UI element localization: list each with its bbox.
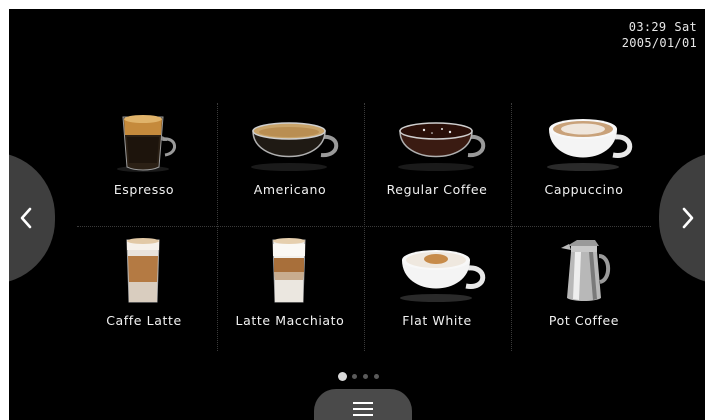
page-dot[interactable] — [374, 374, 379, 379]
espresso-glass-icon — [71, 105, 217, 173]
page-dot[interactable] — [352, 374, 357, 379]
menu-button[interactable] — [314, 389, 412, 420]
regular-coffee-cup-icon — [364, 105, 510, 173]
latte-macchiato-glass-icon — [217, 236, 363, 304]
coffee-pot-icon — [511, 236, 657, 304]
drink-tile-americano[interactable]: Americano — [217, 95, 363, 226]
drink-label: Pot Coffee — [548, 313, 620, 328]
clock-time: 03:29 — [628, 20, 667, 34]
hamburger-menu-icon — [353, 402, 373, 416]
drink-label: Americano — [253, 182, 327, 197]
drink-tile-caffe-latte[interactable]: Caffe Latte — [71, 226, 217, 357]
drink-grid: Espresso Americano Regular Coffee Cappuc… — [71, 95, 657, 357]
clock-date: 2005/01/01 — [621, 36, 697, 50]
drink-tile-flat-white[interactable]: Flat White — [364, 226, 510, 357]
drink-tile-cappuccino[interactable]: Cappuccino — [511, 95, 657, 226]
page-indicator — [338, 366, 385, 381]
page-dot[interactable] — [363, 374, 368, 379]
drink-label: Flat White — [402, 313, 472, 328]
caffe-latte-glass-icon — [71, 236, 217, 304]
coffee-machine-screen: 03:29 Sat 2005/01/01 Espresso Americano … — [9, 9, 705, 420]
chevron-left-icon — [20, 207, 32, 229]
drink-tile-latte-macchiato[interactable]: Latte Macchiato — [217, 226, 363, 357]
next-page-button[interactable] — [659, 152, 705, 284]
drink-label: Latte Macchiato — [235, 313, 345, 328]
drink-label: Caffe Latte — [106, 313, 182, 328]
flat-white-cup-icon — [364, 236, 510, 304]
drink-tile-pot-coffee[interactable]: Pot Coffee — [511, 226, 657, 357]
cappuccino-cup-icon — [511, 105, 657, 173]
americano-cup-icon — [217, 105, 363, 173]
status-clock: 03:29 Sat 2005/01/01 — [621, 19, 697, 51]
chevron-right-icon — [682, 207, 694, 229]
drink-tile-regular-coffee[interactable]: Regular Coffee — [364, 95, 510, 226]
drink-label: Regular Coffee — [386, 182, 488, 197]
previous-page-button[interactable] — [9, 152, 55, 284]
drink-label: Cappuccino — [544, 182, 624, 197]
drink-tile-espresso[interactable]: Espresso — [71, 95, 217, 226]
page-dot-active[interactable] — [338, 372, 347, 381]
clock-day: Sat — [674, 20, 697, 34]
drink-label: Espresso — [113, 182, 175, 197]
